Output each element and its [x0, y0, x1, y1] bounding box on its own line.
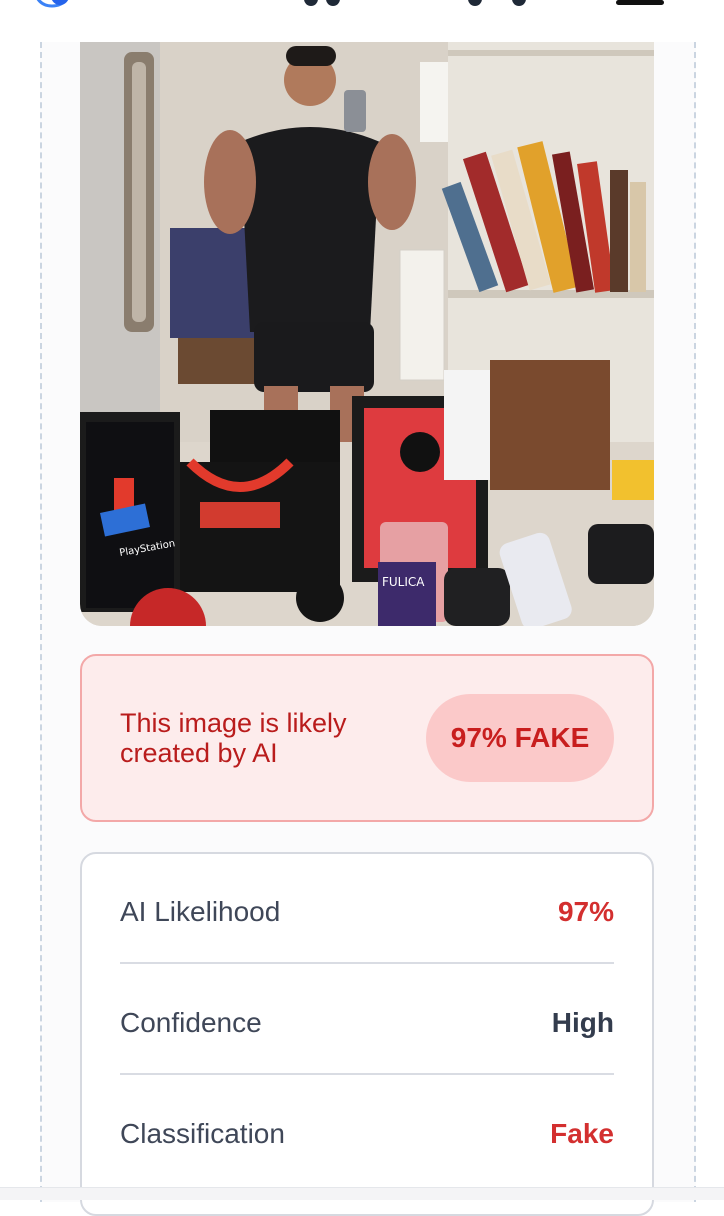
browser-bottom-edge [0, 1187, 724, 1200]
detail-label: Confidence [120, 1007, 262, 1038]
detail-row-confidence: Confidence High [120, 965, 614, 1075]
detail-label: AI Likelihood [120, 896, 281, 927]
svg-text:FULICA: FULICA [382, 575, 425, 589]
app-header [0, 0, 724, 14]
detail-value: Fake [550, 1118, 614, 1149]
divider [120, 1073, 614, 1075]
detail-value: 97% [557, 896, 614, 927]
divider [120, 962, 614, 964]
detail-row-classification: Classification Fake [120, 1076, 614, 1186]
detail-value: High [551, 1007, 614, 1038]
brain-hands-icon[interactable] [30, 0, 76, 10]
verdict-message: This image is likely created by AI [120, 708, 347, 768]
fake-score-badge: 97% FAKE [426, 694, 614, 782]
detail-label: Classification [120, 1118, 285, 1149]
mirror-selfie-photo: PlayStation FULICA [80, 42, 654, 626]
ai-verdict-card: This image is likely created by AI 97% F… [80, 654, 654, 822]
hamburger-menu-icon[interactable] [616, 0, 666, 8]
detail-row-ai-likelihood: AI Likelihood 97% [120, 854, 614, 964]
analysis-details-card: AI Likelihood 97% Confidence High Classi… [80, 852, 654, 1216]
page-title-fragment [300, 0, 540, 8]
